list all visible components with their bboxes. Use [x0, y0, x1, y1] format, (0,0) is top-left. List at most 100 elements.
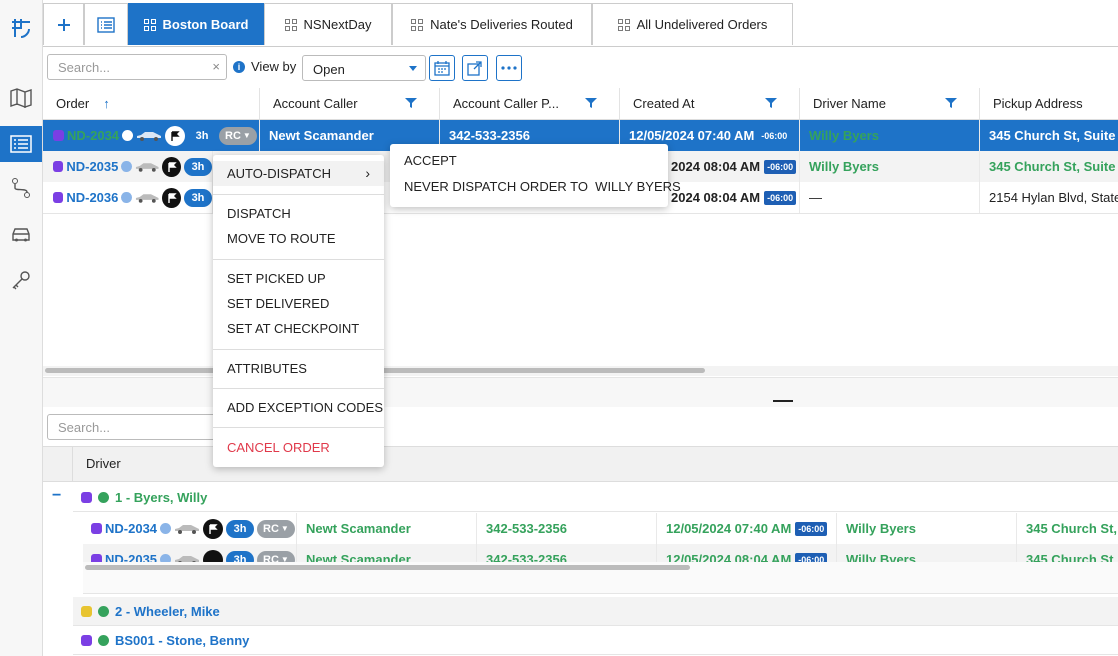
group-label: 1 - Byers, Willy: [115, 489, 208, 505]
chevron-down-icon: [409, 66, 417, 71]
layout-icon[interactable]: [0, 10, 42, 46]
created-at-cell: 12/05/2024 07:40 AM -06:00: [657, 513, 837, 544]
menu-item-dispatch[interactable]: DISPATCH: [213, 201, 384, 226]
tab-nates-deliveries-routed[interactable]: Nate's Deliveries Routed: [392, 3, 592, 45]
phone-cell: 342-533-2356: [477, 513, 657, 544]
key-icon[interactable]: [0, 262, 42, 298]
submenu-item-never-dispatch[interactable]: NEVER DISPATCH ORDER TO WILLY BYERS: [390, 174, 681, 199]
tab-nsnextday[interactable]: NSNextDay: [264, 3, 392, 45]
search-input[interactable]: Search... ×: [47, 54, 227, 80]
driver-search-input[interactable]: Search...: [47, 414, 227, 440]
menu-item-attributes[interactable]: ATTRIBUTES: [213, 356, 384, 381]
info-icon[interactable]: i: [233, 61, 245, 73]
table-row[interactable]: ND-2035 3h RC ▼ Newt Scamander 342-533-23…: [83, 544, 1118, 562]
horizontal-scrollbar[interactable]: [43, 366, 1118, 376]
order-cell: ND-2036 3h: [43, 182, 213, 213]
menu-divider: [213, 349, 384, 350]
resize-handle[interactable]: [773, 400, 793, 402]
table-row[interactable]: ND-2034 3h RC ▼ Newt Scamander 342-533-23…: [83, 513, 1118, 545]
list-view-button[interactable]: [84, 3, 128, 45]
group-label: BS001 - Stone, Benny: [115, 632, 250, 648]
order-id[interactable]: ND-2035: [105, 552, 157, 562]
online-status-icon: [98, 491, 109, 503]
column-header-pickup-address[interactable]: Pickup Address: [980, 88, 1118, 119]
list-icon[interactable]: [0, 126, 42, 162]
tab-boston-board[interactable]: Boston Board: [128, 3, 264, 45]
tab-label: Boston Board: [162, 17, 249, 32]
created-at-cell: 12/05/2024 08:04 AM -06:00: [657, 544, 837, 562]
menu-item-add-exception-codes[interactable]: ADD EXCEPTION CODES: [213, 395, 384, 420]
more-options-button[interactable]: [496, 55, 522, 81]
created-at-text: 2024 08:04 AM: [671, 190, 761, 205]
rc-dropdown[interactable]: RC ▼: [257, 550, 295, 563]
menu-item-label: MOVE TO ROUTE: [227, 231, 336, 246]
column-header-driver-name[interactable]: Driver Name: [800, 88, 980, 119]
vehicle-type-icon: [53, 161, 64, 172]
scrollbar-thumb[interactable]: [85, 565, 690, 570]
chevron-down-icon: ▼: [242, 131, 251, 140]
pane-divider[interactable]: [43, 377, 1118, 407]
grid-header: Order ↑ Account Caller Account Caller P.…: [43, 88, 1118, 120]
driver-group-row[interactable]: 2 - Wheeler, Mike: [73, 597, 1118, 626]
order-cell: ND-2035 3h: [43, 151, 213, 182]
chevron-down-icon: ▼: [280, 524, 289, 533]
car-icon: [137, 131, 162, 141]
group-gutter: −: [43, 481, 73, 656]
submenu-item-accept[interactable]: ACCEPT: [390, 148, 668, 173]
driver-name-cell: Willy Byers: [837, 544, 1017, 562]
export-button[interactable]: [462, 55, 488, 81]
order-id[interactable]: ND-2036: [66, 190, 118, 205]
account-caller-cell: Newt Scamander: [297, 544, 477, 562]
driver-group-row[interactable]: BS001 - Stone, Benny: [73, 626, 1118, 655]
rc-dropdown[interactable]: RC ▼: [219, 126, 257, 145]
rc-dropdown[interactable]: RC ▼: [257, 519, 295, 538]
driver-column-header[interactable]: Driver: [86, 456, 121, 471]
filter-icon: [585, 98, 597, 108]
search-placeholder: Search...: [58, 60, 111, 75]
map-icon[interactable]: [0, 80, 42, 116]
column-header-order[interactable]: Order ↑: [43, 88, 260, 119]
column-header-created-at[interactable]: Created At: [620, 88, 800, 119]
vehicle-type-icon: [81, 491, 92, 503]
collapse-icon[interactable]: −: [52, 487, 61, 505]
clear-icon[interactable]: ×: [212, 59, 220, 74]
driver-name-cell: Willy Byers: [800, 120, 980, 151]
menu-item-set-at-checkpoint[interactable]: SET AT CHECKPOINT: [213, 316, 384, 341]
car-icon: [175, 524, 200, 534]
arrow-circle-icon: [121, 192, 132, 203]
view-by-select[interactable]: Open: [302, 55, 426, 81]
menu-item-set-picked-up[interactable]: SET PICKED UP: [213, 266, 384, 291]
add-tab-button[interactable]: [43, 3, 84, 45]
route-icon[interactable]: [0, 170, 42, 206]
timezone-badge: -06:00: [795, 552, 828, 562]
car-icon[interactable]: [0, 216, 42, 252]
menu-item-label: SET AT CHECKPOINT: [227, 321, 360, 336]
left-rail: [0, 0, 43, 656]
column-label: Account Caller P...: [453, 96, 559, 111]
menu-item-move-to-route[interactable]: MOVE TO ROUTE: [213, 226, 384, 251]
driver-name: —: [809, 190, 822, 205]
tab-all-undelivered-orders[interactable]: All Undelivered Orders: [592, 3, 793, 45]
order-id[interactable]: ND-2034: [105, 521, 157, 536]
order-id[interactable]: ND-2034: [67, 128, 119, 143]
created-at-text: 2024 08:04 AM: [671, 159, 761, 174]
driver-name-cell: Willy Byers: [800, 151, 980, 182]
timezone-badge: -06:00: [764, 159, 797, 174]
menu-item-set-delivered[interactable]: SET DELIVERED: [213, 291, 384, 316]
phone-cell: 342-533-2356: [477, 544, 657, 562]
online-status-icon: [98, 634, 109, 646]
menu-item-label: DISPATCH: [227, 206, 291, 221]
rc-label: RC: [263, 553, 279, 563]
calendar-button[interactable]: [429, 55, 455, 81]
view-by-value: Open: [313, 62, 345, 77]
column-header-account-caller-phone[interactable]: Account Caller P...: [440, 88, 620, 119]
column-header-account-caller[interactable]: Account Caller: [260, 88, 440, 119]
chevron-down-icon: ▼: [280, 555, 289, 562]
menu-divider: [213, 194, 384, 195]
order-id[interactable]: ND-2035: [66, 159, 118, 174]
menu-item-cancel-order[interactable]: CANCEL ORDER: [213, 435, 384, 460]
menu-item-auto-dispatch[interactable]: AUTO-DISPATCH ›: [213, 161, 384, 186]
horizontal-scrollbar[interactable]: [83, 562, 1118, 594]
driver-group-row[interactable]: 1 - Byers, Willy: [73, 483, 1118, 512]
tab-bar: Boston Board NSNextDay Nate's Deliveries…: [43, 0, 1118, 47]
